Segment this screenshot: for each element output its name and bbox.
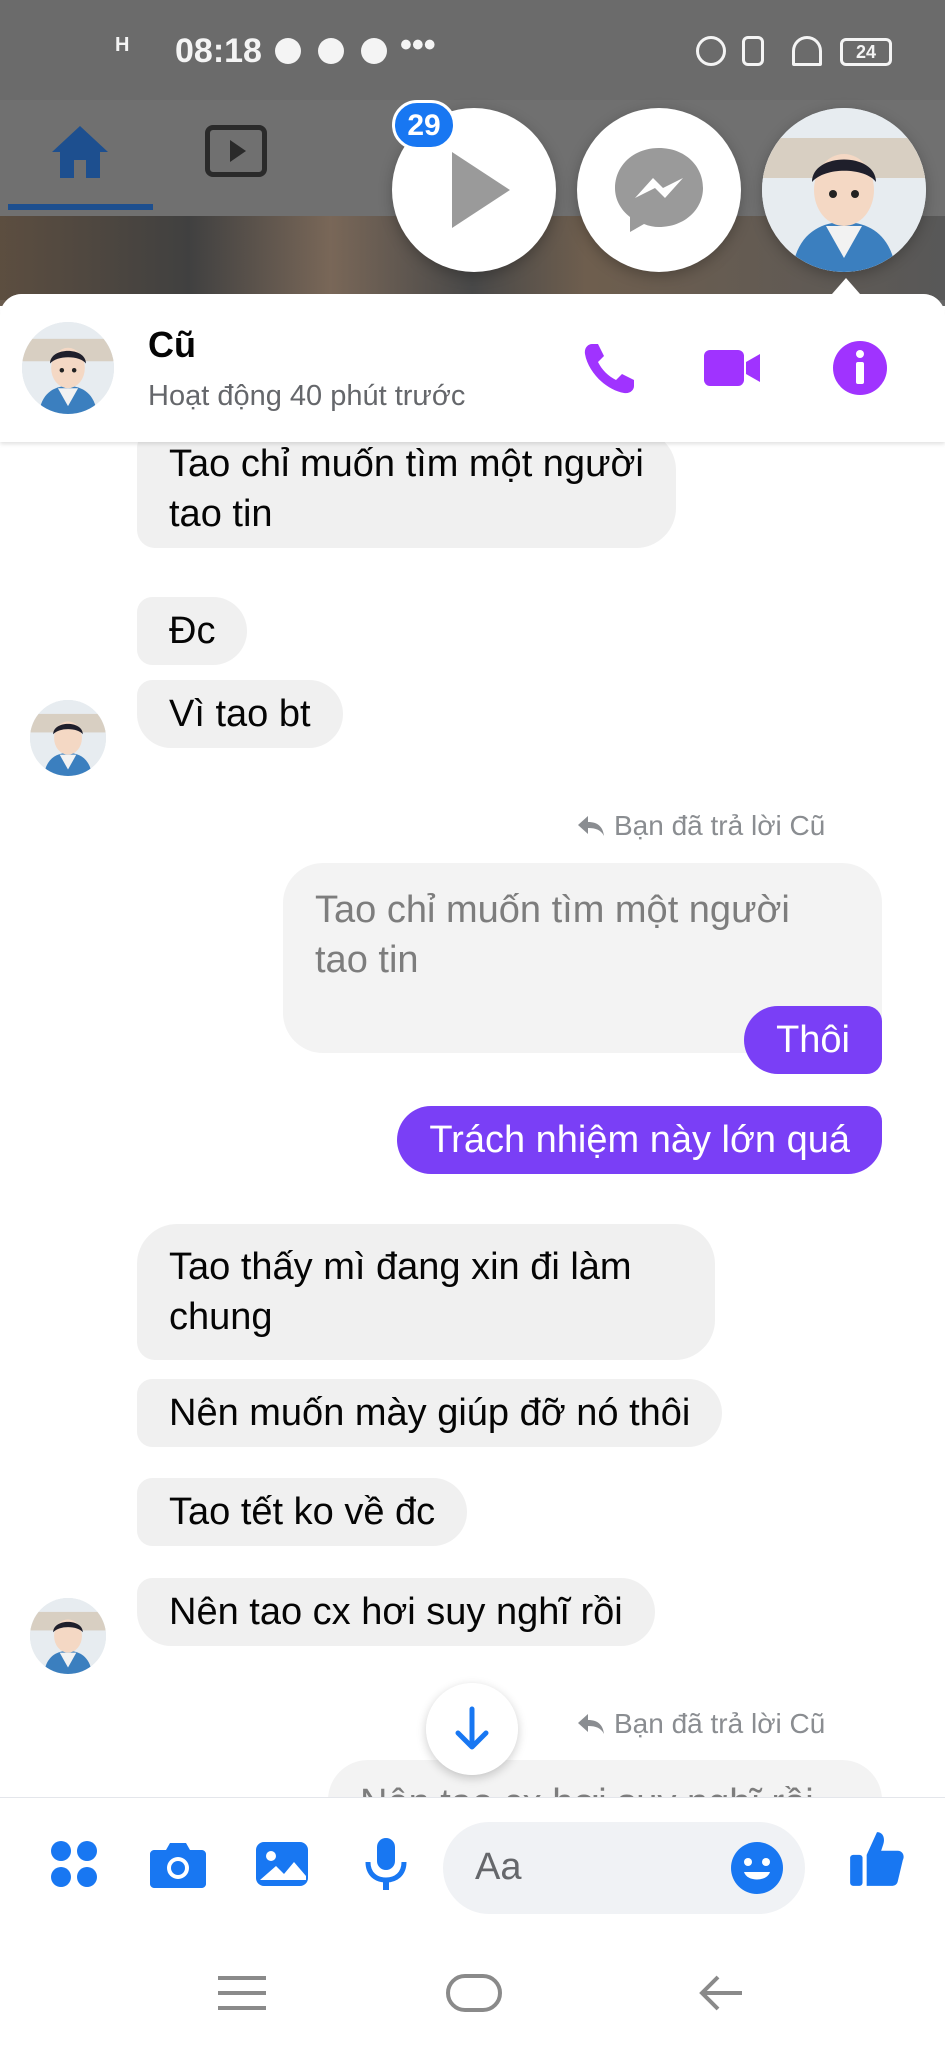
like-icon[interactable] xyxy=(846,1828,908,1890)
apps-icon[interactable] xyxy=(44,1834,104,1894)
emoji-icon[interactable] xyxy=(729,1840,785,1896)
reply-icon xyxy=(578,816,604,836)
home-icon[interactable] xyxy=(48,120,112,184)
avatar[interactable] xyxy=(22,322,114,414)
incoming-message[interactable]: Tao tết ko về đc xyxy=(137,1478,468,1546)
chat-window: Cũ Hoạt động 40 phút trước Tao chỉ muốn … xyxy=(0,294,945,1934)
vibrate-icon xyxy=(742,36,764,66)
clock: 08:18 xyxy=(175,32,262,70)
reply-note: Bạn đã trả lời Cũ xyxy=(576,1708,825,1740)
message-input[interactable]: Aa xyxy=(443,1822,805,1914)
chat-head-pointer xyxy=(832,278,860,294)
quoted-reply-message[interactable]: Nên tao cx hơi suy nghĩ rồi xyxy=(328,1760,882,1797)
incoming-message[interactable]: Vì tao bt xyxy=(137,680,343,748)
status-bar: H 08:18 ••• 24 xyxy=(0,0,945,100)
messenger-notification-icon xyxy=(361,38,387,64)
incoming-message[interactable]: Tao chỉ muốn tìm một người tao tin xyxy=(137,442,676,548)
info-icon[interactable] xyxy=(828,336,892,400)
message-list[interactable]: Tao chỉ muốn tìm một người tao tin Đc Vì… xyxy=(0,442,945,1797)
home-tab-indicator xyxy=(8,204,153,210)
avatar[interactable] xyxy=(30,1598,106,1674)
outgoing-message[interactable]: Thôi xyxy=(744,1006,882,1074)
incoming-message[interactable]: Nên tao cx hơi suy nghĩ rồi xyxy=(137,1578,655,1646)
messenger-notification-icon xyxy=(318,38,344,64)
avatar xyxy=(762,108,926,272)
incoming-message[interactable]: Tao thấy mì đang xin đi làm chung xyxy=(137,1224,715,1360)
microphone-icon[interactable] xyxy=(356,1834,416,1894)
reply-note: Bạn đã trả lời Cũ xyxy=(576,810,825,842)
alarm-icon xyxy=(696,36,726,66)
reply-note-text: Bạn đã trả lời Cũ xyxy=(614,810,826,841)
battery-indicator: 24 xyxy=(840,38,892,66)
messenger-icon xyxy=(615,148,703,232)
video-tab-icon[interactable] xyxy=(205,125,267,177)
gallery-icon[interactable] xyxy=(252,1834,312,1894)
arrow-down-icon[interactable] xyxy=(426,1683,518,1775)
incoming-message[interactable]: Nên muốn mày giúp đỡ nó thôi xyxy=(137,1379,723,1447)
contact-chat-head-avatar[interactable] xyxy=(762,108,926,272)
phone-icon[interactable] xyxy=(578,336,642,400)
conversation-header: Cũ Hoạt động 40 phút trước xyxy=(0,294,945,442)
wifi-icon xyxy=(792,36,822,66)
notification-badge: 29 xyxy=(392,100,456,150)
system-navigation-bar xyxy=(0,1934,945,2048)
camera-icon[interactable] xyxy=(148,1834,208,1894)
video-call-icon[interactable] xyxy=(700,336,764,400)
messenger-notification-icon xyxy=(275,38,301,64)
composer: Aa xyxy=(0,1797,945,1934)
reply-icon xyxy=(578,1714,604,1734)
message-input-placeholder: Aa xyxy=(475,1846,522,1888)
messenger-chat-head[interactable] xyxy=(577,108,741,272)
incoming-message[interactable]: Đc xyxy=(137,597,248,665)
network-indicator: H xyxy=(115,34,130,56)
avatar[interactable] xyxy=(30,700,106,776)
back-icon[interactable] xyxy=(692,1970,752,2016)
contact-name[interactable]: Cũ xyxy=(148,324,196,366)
outgoing-message[interactable]: Trách nhiệm này lớn quá xyxy=(397,1106,882,1174)
activity-status: Hoạt động 40 phút trước xyxy=(148,380,466,412)
home-nav-icon[interactable] xyxy=(444,1970,504,2016)
more-notifications: ••• xyxy=(400,26,436,64)
menu-icon[interactable] xyxy=(212,1970,272,2016)
reply-note-text: Bạn đã trả lời Cũ xyxy=(614,1708,826,1739)
